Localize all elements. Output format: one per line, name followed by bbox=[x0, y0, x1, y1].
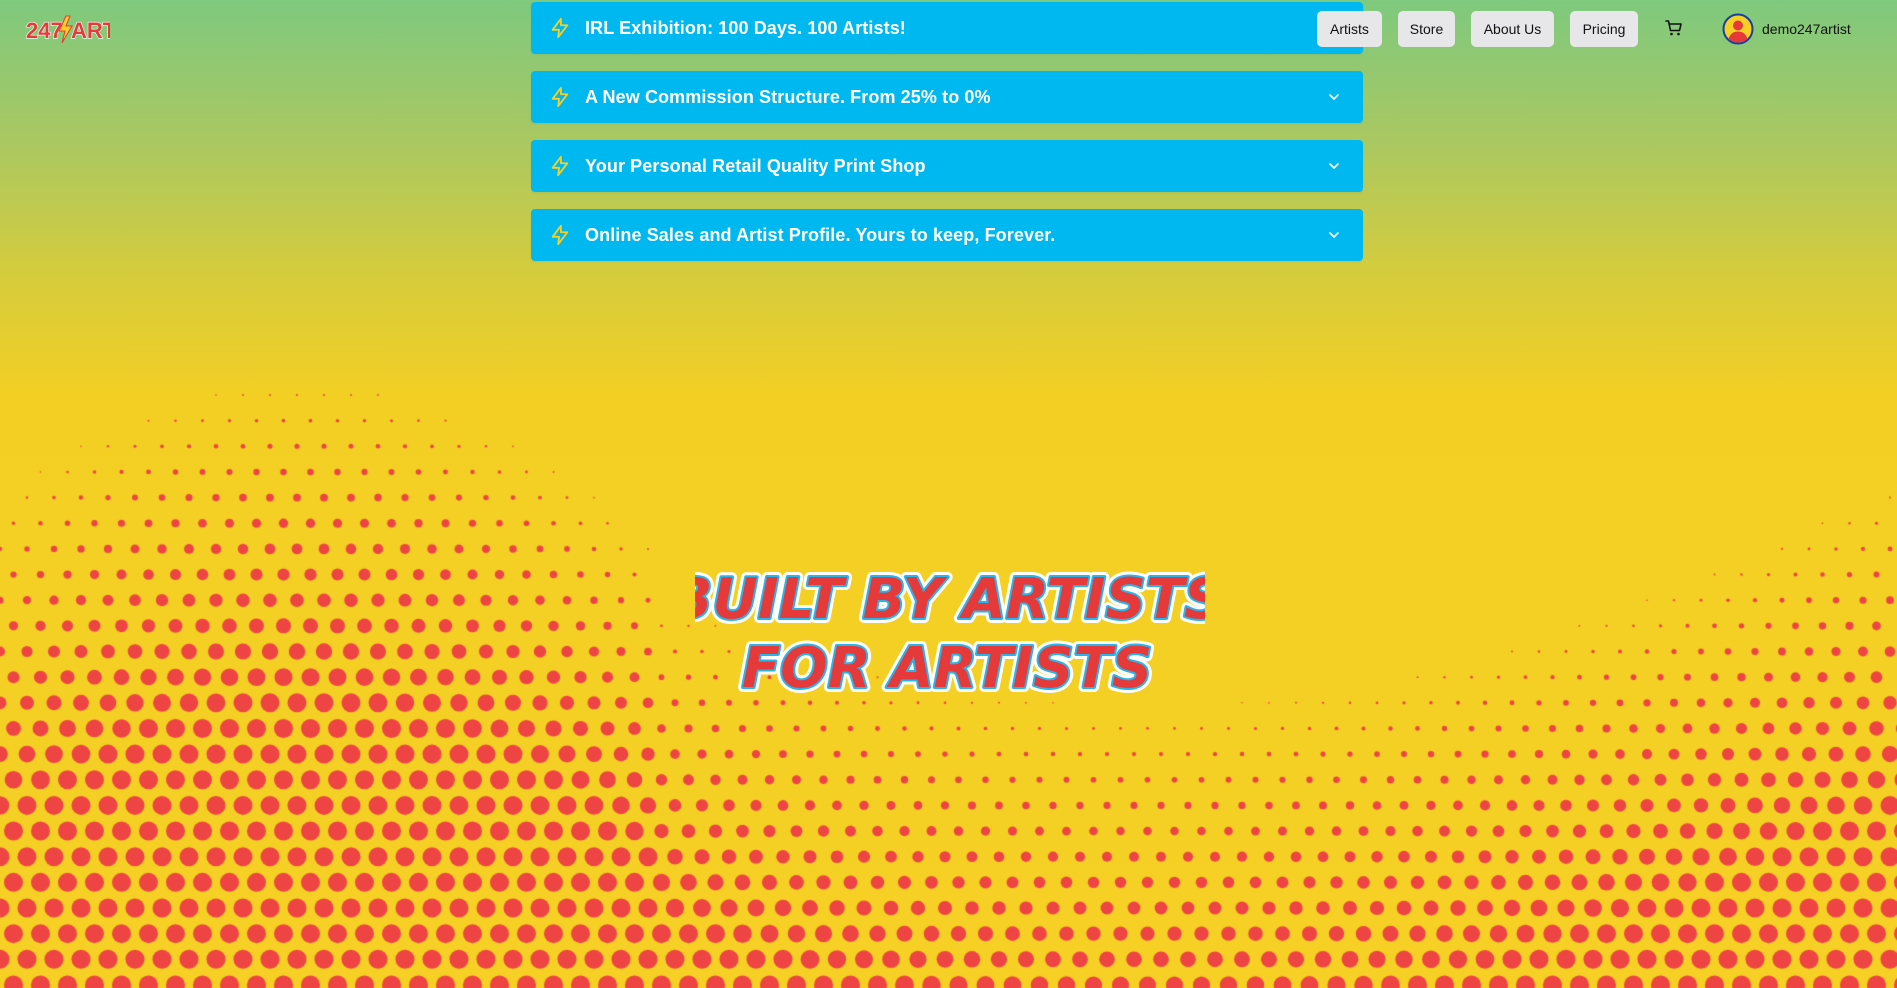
chevron-down-icon[interactable] bbox=[1327, 228, 1341, 242]
announcement-title: Online Sales and Artist Profile. Yours t… bbox=[585, 224, 1056, 245]
announcement-print-shop[interactable]: Your Personal Retail Quality Print Shop bbox=[531, 140, 1363, 192]
announcement-online-sales[interactable]: Online Sales and Artist Profile. Yours t… bbox=[531, 209, 1363, 261]
bolt-icon bbox=[551, 224, 569, 246]
announcement-title: IRL Exhibition: 100 Days. 100 Artists! bbox=[585, 17, 906, 38]
cart-icon[interactable] bbox=[1664, 18, 1684, 38]
user-name: demo247artist bbox=[1762, 21, 1851, 37]
announcement-commission[interactable]: A New Commission Structure. From 25% to … bbox=[531, 71, 1363, 123]
user-menu[interactable]: demo247artist bbox=[1722, 12, 1851, 46]
nav-pricing-button[interactable]: Pricing bbox=[1570, 11, 1638, 47]
user-avatar-icon bbox=[1722, 13, 1754, 45]
nav-artists-button[interactable]: Artists bbox=[1317, 11, 1382, 47]
brand-logo[interactable]: 247 ART bbox=[26, 12, 110, 46]
announcement-list: IRL Exhibition: 100 Days. 100 Artists! A… bbox=[531, 2, 1363, 278]
hero-line-1: BUILT BY ARTISTS bbox=[695, 567, 1205, 632]
nav-about-us-button[interactable]: About Us bbox=[1471, 11, 1554, 47]
announcement-title: Your Personal Retail Quality Print Shop bbox=[585, 155, 926, 176]
logo-text-art: ART bbox=[71, 18, 110, 43]
nav-store-button[interactable]: Store bbox=[1398, 11, 1455, 47]
chevron-down-icon[interactable] bbox=[1327, 159, 1341, 173]
hero-headline: BUILT BY ARTISTS BUILT BY ARTISTS FOR AR… bbox=[695, 548, 1205, 708]
hero-line-2: FOR ARTISTS bbox=[742, 636, 1152, 701]
logo-text-247: 247 bbox=[26, 18, 63, 43]
announcement-irl-exhibition[interactable]: IRL Exhibition: 100 Days. 100 Artists! bbox=[531, 2, 1363, 54]
announcement-title: A New Commission Structure. From 25% to … bbox=[585, 86, 991, 107]
bolt-icon bbox=[551, 86, 569, 108]
bolt-icon bbox=[551, 155, 569, 177]
bolt-icon bbox=[551, 17, 569, 39]
chevron-down-icon[interactable] bbox=[1327, 90, 1341, 104]
